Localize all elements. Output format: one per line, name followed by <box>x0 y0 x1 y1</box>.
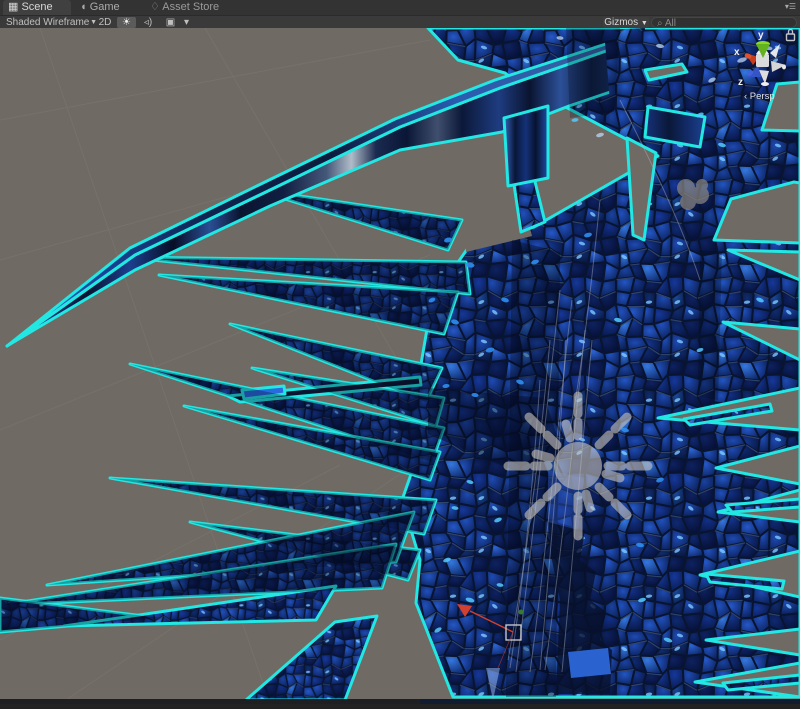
svg-text:z: z <box>738 77 743 88</box>
svg-text:‹ Persp: ‹ Persp <box>744 91 775 102</box>
svg-text:x: x <box>734 47 740 58</box>
svg-text:y: y <box>758 30 764 41</box>
